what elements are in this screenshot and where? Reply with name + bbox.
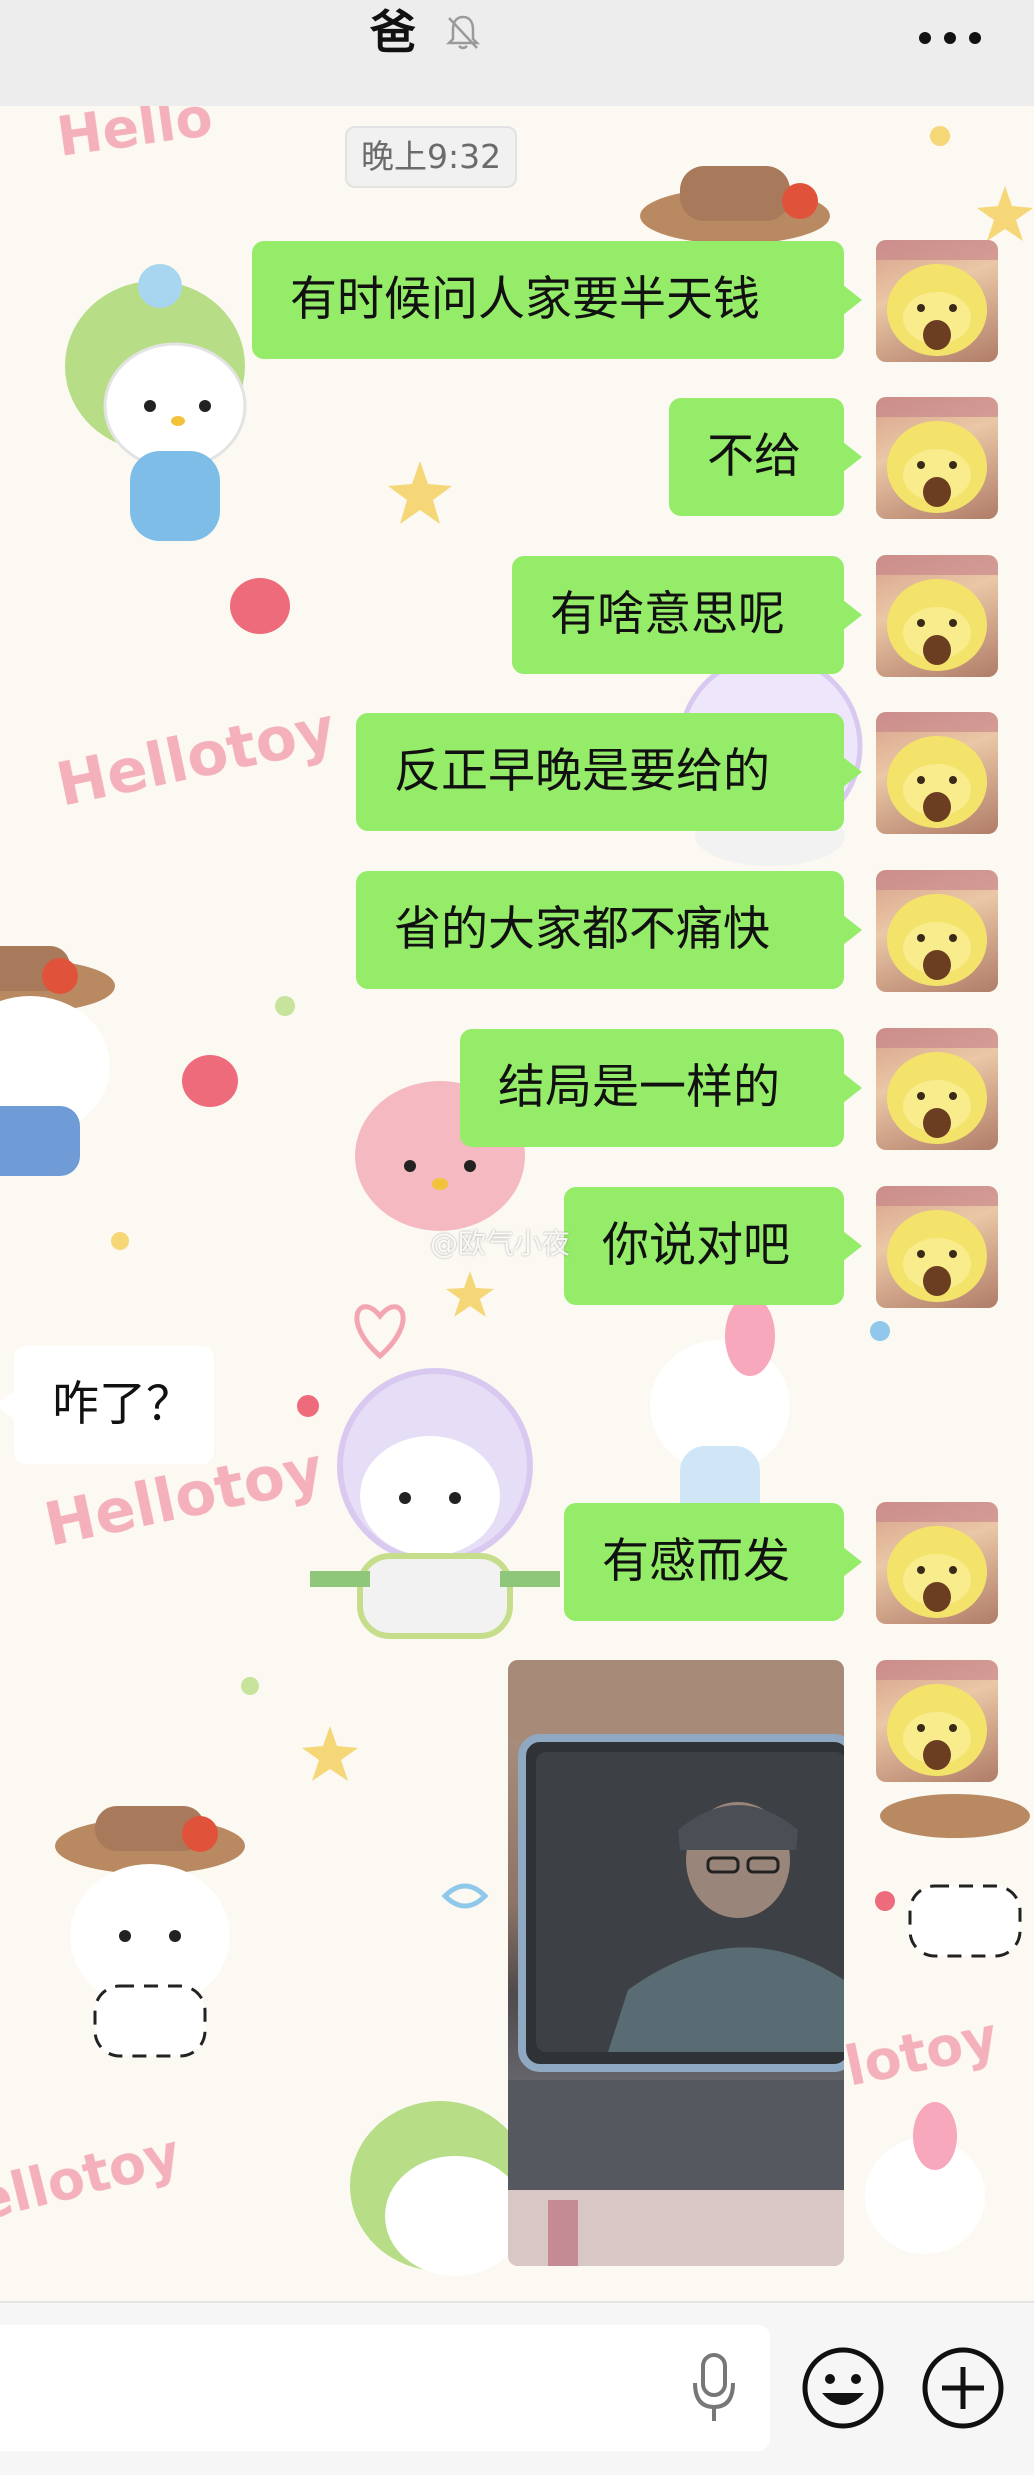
avatar-plush-image <box>876 1186 998 1302</box>
kitty-alien-bottom-sticker <box>350 2101 530 2276</box>
emoji-smile-icon[interactable] <box>800 2345 886 2431</box>
avatar[interactable] <box>876 1186 998 1308</box>
message-timestamp: 晚上9:32 <box>345 126 518 188</box>
avatar[interactable] <box>876 870 998 992</box>
avatar[interactable] <box>876 1660 998 1782</box>
message-text: 你说对吧 <box>602 1218 790 1273</box>
message-bubble-outgoing[interactable]: 省的大家都不痛快 <box>356 871 862 989</box>
avatar-plush-image <box>876 712 998 828</box>
kitty-cowboy-right-sticker <box>880 1794 1030 1958</box>
avatar-plush-image <box>876 240 998 356</box>
kitty-alien-sticker <box>65 264 247 541</box>
avatar-plush-image <box>876 555 998 671</box>
avatar-plush-image <box>876 397 998 513</box>
message-bubble-outgoing[interactable]: 结局是一样的 <box>460 1029 862 1147</box>
avatar-plush-image <box>876 870 998 986</box>
message-text: 省的大家都不痛快 <box>394 902 770 957</box>
bell-off-icon <box>445 15 481 50</box>
microphone-icon[interactable] <box>686 2345 742 2431</box>
avatar-plush-image <box>876 1660 998 1776</box>
message-text: 咋了？ <box>52 1377 193 1432</box>
message-text: 有感而发 <box>602 1534 790 1589</box>
kitty-astronaut-sticker <box>310 1368 560 1639</box>
kitty-cowboy-bottom-sticker <box>55 1806 245 2058</box>
chat-title[interactable]: 爸 <box>370 4 416 60</box>
message-input-bar <box>0 2301 1034 2475</box>
message-bubble-outgoing[interactable]: 不给 <box>669 398 862 516</box>
message-bubble-outgoing[interactable]: 你说对吧 <box>564 1187 862 1305</box>
message-text: 有时候问人家要半天钱 <box>290 272 760 327</box>
photo-tablet-image <box>508 1660 844 2266</box>
message-text: 有啥意思呢 <box>550 587 785 642</box>
avatar-plush-image <box>876 1502 998 1618</box>
plus-circle-icon[interactable] <box>920 2345 1006 2431</box>
message-bubble-outgoing[interactable]: 反正早晚是要给的 <box>356 713 862 831</box>
avatar-plush-image <box>876 1028 998 1144</box>
avatar[interactable] <box>876 240 998 362</box>
message-bubble-incoming[interactable]: 咋了？ <box>0 1346 214 1464</box>
svg-text:ellotoy: ellotoy <box>0 2122 186 2234</box>
svg-text:Hellotoy: Hellotoy <box>51 694 342 821</box>
avatar[interactable] <box>876 712 998 834</box>
svg-text:Hello: Hello <box>53 106 216 169</box>
message-bubble-outgoing[interactable]: 有时候问人家要半天钱 <box>252 241 862 359</box>
message-text: 结局是一样的 <box>498 1060 780 1115</box>
kitty-cowboy-sticker <box>640 166 830 244</box>
avatar[interactable] <box>876 1502 998 1624</box>
message-input[interactable] <box>0 2325 770 2451</box>
message-bubble-outgoing[interactable]: 有感而发 <box>564 1503 862 1621</box>
chat-header: 爸 <box>0 0 1034 106</box>
avatar[interactable] <box>876 397 998 519</box>
kitty-cowboy-left-sticker <box>0 946 115 1176</box>
svg-text:lotoy: lotoy <box>840 2005 1003 2099</box>
weibo-watermark: @欧气小夜 <box>430 1227 571 1260</box>
more-horizontal-icon[interactable] <box>915 8 985 64</box>
image-message[interactable] <box>508 1660 844 2266</box>
message-text: 不给 <box>707 429 801 484</box>
avatar[interactable] <box>876 1028 998 1150</box>
message-bubble-outgoing[interactable]: 有啥意思呢 <box>512 556 862 674</box>
avatar[interactable] <box>876 555 998 677</box>
message-text: 反正早晚是要给的 <box>394 744 770 799</box>
